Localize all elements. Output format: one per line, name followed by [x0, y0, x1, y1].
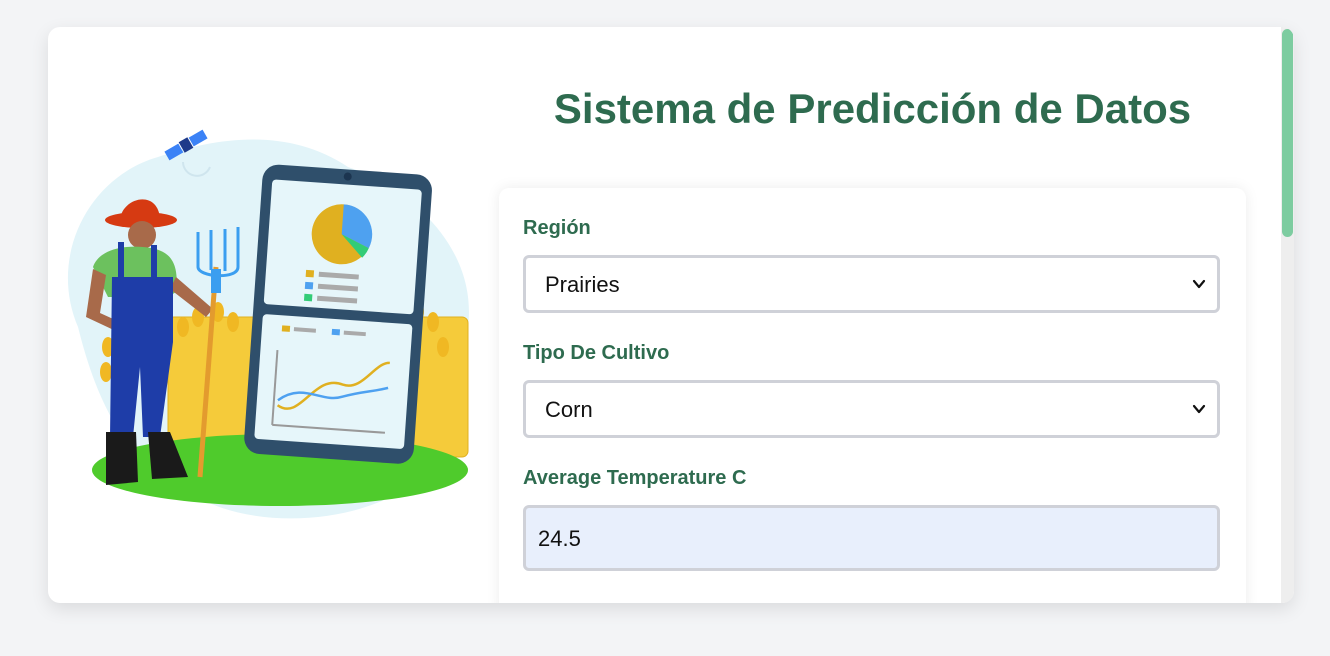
- farmer-illustration: [48, 27, 498, 603]
- crop-type-label: Tipo De Cultivo: [523, 342, 670, 364]
- region-select[interactable]: Prairies: [523, 255, 1220, 313]
- avg-temperature-input[interactable]: 24.5: [523, 505, 1220, 571]
- crop-type-select[interactable]: Corn: [523, 380, 1220, 438]
- chevron-down-icon: [1192, 279, 1206, 289]
- avg-temperature-label: Average Temperature C: [523, 467, 747, 489]
- scrollbar-thumb[interactable]: [1282, 29, 1293, 237]
- page-title: Sistema de Predicción de Datos: [553, 85, 1192, 132]
- region-label: Región: [523, 217, 591, 239]
- avg-temperature-value: 24.5: [538, 526, 581, 551]
- chevron-down-icon: [1192, 404, 1206, 414]
- crop-type-select-value: Corn: [545, 397, 593, 422]
- farmer-illustration-svg: [67, 129, 469, 519]
- prediction-form: Región Prairies Tipo De Cultivo Corn Ave…: [499, 188, 1246, 603]
- main-card: Sistema de Predicción de Datos Región Pr…: [48, 27, 1294, 603]
- region-select-value: Prairies: [545, 272, 620, 297]
